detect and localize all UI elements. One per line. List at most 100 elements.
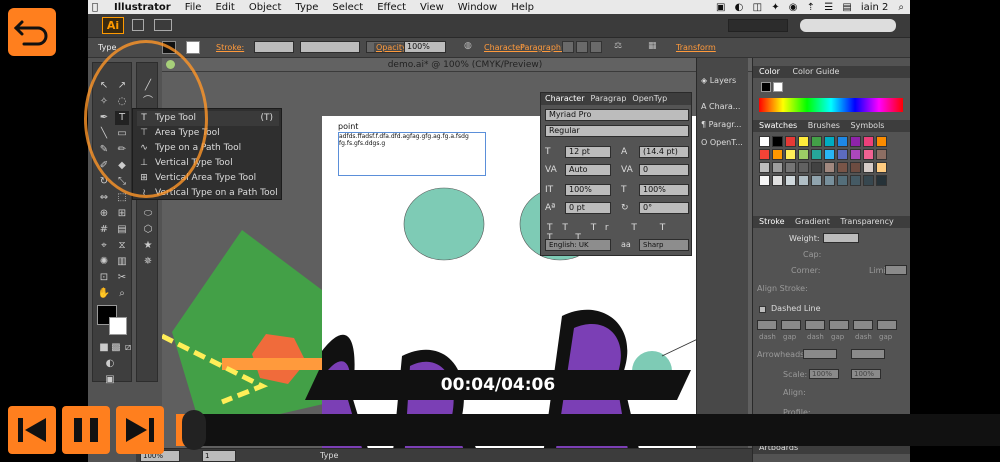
swatch-chip[interactable]	[798, 175, 809, 186]
essentials-dropdown[interactable]	[728, 19, 788, 32]
swatch-grid[interactable]	[759, 136, 899, 194]
transform-link[interactable]: Transform	[676, 43, 716, 52]
tab-opentype[interactable]: OpenTyp	[632, 93, 667, 105]
swatch-chip[interactable]	[759, 175, 770, 186]
apple-icon[interactable]: 	[92, 2, 98, 13]
font-family-field[interactable]: Myriad Pro	[545, 109, 689, 121]
scale-end-field[interactable]: 100%	[851, 369, 881, 379]
graph-tool-icon[interactable]: ▥	[115, 255, 129, 269]
swatch-chip[interactable]	[785, 175, 796, 186]
tab-brushes[interactable]: Brushes	[808, 121, 840, 130]
antialias-dropdown[interactable]: Sharp	[639, 239, 689, 251]
tab-color[interactable]: Color	[759, 67, 780, 76]
screen-mode-icon[interactable]: ▣	[103, 373, 117, 387]
swatch-chip[interactable]	[863, 175, 874, 186]
dock-layers[interactable]: ◈ Layers	[701, 76, 736, 85]
dashed-line-checkbox[interactable]	[759, 306, 766, 313]
star-icon[interactable]: ★	[141, 239, 155, 253]
zoom-tool-icon[interactable]: ⌕	[115, 287, 129, 301]
swatch-chip[interactable]	[850, 175, 861, 186]
tab-stroke[interactable]: Stroke	[759, 217, 785, 226]
swatch-chip[interactable]	[785, 162, 796, 173]
width-tool-icon[interactable]: ⇔	[97, 191, 111, 205]
document-tab[interactable]: demo.ai* @ 100% (CMYK/Preview)	[162, 58, 768, 72]
shape-builder-tool-icon[interactable]: ⊕	[97, 207, 111, 221]
weight-field[interactable]	[823, 233, 859, 243]
user-name[interactable]: iain 2	[861, 2, 889, 13]
scale-start-field[interactable]: 100%	[809, 369, 839, 379]
swatch-chip[interactable]	[876, 162, 887, 173]
swatch-chip[interactable]	[876, 136, 887, 147]
language-dropdown[interactable]: English: UK	[545, 239, 611, 251]
paragraph-link[interactable]: Paragraph:	[520, 43, 564, 52]
swatch-chip[interactable]	[876, 175, 887, 186]
flare-icon[interactable]: ✵	[141, 255, 155, 269]
pause-button[interactable]	[62, 406, 110, 454]
swatch-chip[interactable]	[798, 162, 809, 173]
swatch-chip[interactable]	[811, 136, 822, 147]
previous-button[interactable]	[8, 406, 56, 454]
symbol-sprayer-tool-icon[interactable]: ✺	[97, 255, 111, 269]
recolor-icon[interactable]: ◍	[464, 41, 472, 51]
dash-gap-field[interactable]	[805, 320, 825, 330]
swatch-chip[interactable]	[824, 149, 835, 160]
swatch-chip[interactable]	[850, 136, 861, 147]
menu-select[interactable]: Select	[332, 2, 363, 13]
align-center-icon[interactable]	[576, 41, 588, 53]
search-help-field[interactable]	[800, 19, 896, 32]
menu-view[interactable]: View	[420, 2, 444, 13]
menu-edit[interactable]: Edit	[215, 2, 234, 13]
swatch-chip[interactable]	[798, 149, 809, 160]
baseline-shift-field[interactable]: 0 pt	[565, 202, 611, 214]
menu-file[interactable]: File	[185, 2, 202, 13]
align-left-icon[interactable]	[562, 41, 574, 53]
vertical-scale-field[interactable]: 100%	[565, 184, 611, 196]
arrowhead-end-dropdown[interactable]	[851, 349, 885, 359]
tab-character[interactable]: Character	[545, 93, 585, 105]
distribute-icon[interactable]: ⚖	[614, 41, 622, 51]
swatch-chip[interactable]	[850, 149, 861, 160]
swatch-chip[interactable]	[824, 175, 835, 186]
dash-gap-field[interactable]	[877, 320, 897, 330]
polygon-icon[interactable]: ⬡	[141, 223, 155, 237]
swatch-chip[interactable]	[785, 136, 796, 147]
dock-opentype[interactable]: O OpenT...	[701, 138, 743, 147]
swatch-chip[interactable]	[772, 175, 783, 186]
swatch-chip[interactable]	[863, 149, 874, 160]
swatch-chip[interactable]	[850, 162, 861, 173]
tracking-field[interactable]: 0	[639, 164, 689, 176]
swatch-chip[interactable]	[811, 175, 822, 186]
tab-transparency[interactable]: Transparency	[840, 217, 893, 226]
swatch-chip[interactable]	[798, 136, 809, 147]
swatch-chip[interactable]	[772, 149, 783, 160]
blend-tool-icon[interactable]: ⧖	[115, 239, 129, 253]
color-spectrum[interactable]	[759, 98, 903, 112]
kerning-field[interactable]: Auto	[565, 164, 611, 176]
align-right-icon[interactable]	[590, 41, 602, 53]
stroke-swatch[interactable]	[186, 41, 200, 54]
none-mode-icon[interactable]: ⧄	[121, 341, 135, 355]
dock-paragraph[interactable]: ¶ Paragr...	[701, 120, 741, 129]
current-stroke-chip[interactable]	[773, 82, 783, 92]
stroke-link[interactable]: Stroke:	[216, 43, 244, 52]
eyedropper-tool-icon[interactable]: ⌖	[97, 239, 111, 253]
arrange-icon[interactable]	[154, 19, 172, 31]
swatch-chip[interactable]	[837, 162, 848, 173]
draw-mode-icon[interactable]: ◐	[103, 357, 117, 371]
font-style-field[interactable]: Regular	[545, 125, 689, 137]
dash-gap-field[interactable]	[781, 320, 801, 330]
slice-tool-icon[interactable]: ✂	[115, 271, 129, 285]
bridge-icon[interactable]	[132, 19, 144, 31]
character-link[interactable]: Character	[484, 43, 524, 52]
swatch-chip[interactable]	[759, 149, 770, 160]
font-size-field[interactable]: 12 pt	[565, 146, 611, 158]
swatch-chip[interactable]	[824, 162, 835, 173]
ellipse-icon[interactable]: ⬭	[141, 207, 155, 221]
leading-field[interactable]: (14.4 pt)	[639, 146, 689, 158]
swatch-chip[interactable]	[772, 136, 783, 147]
menu-object[interactable]: Object	[249, 2, 282, 13]
swatch-chip[interactable]	[837, 136, 848, 147]
back-button[interactable]	[8, 8, 56, 56]
perspective-grid-tool-icon[interactable]: ⊞	[115, 207, 129, 221]
tab-gradient[interactable]: Gradient	[795, 217, 830, 226]
